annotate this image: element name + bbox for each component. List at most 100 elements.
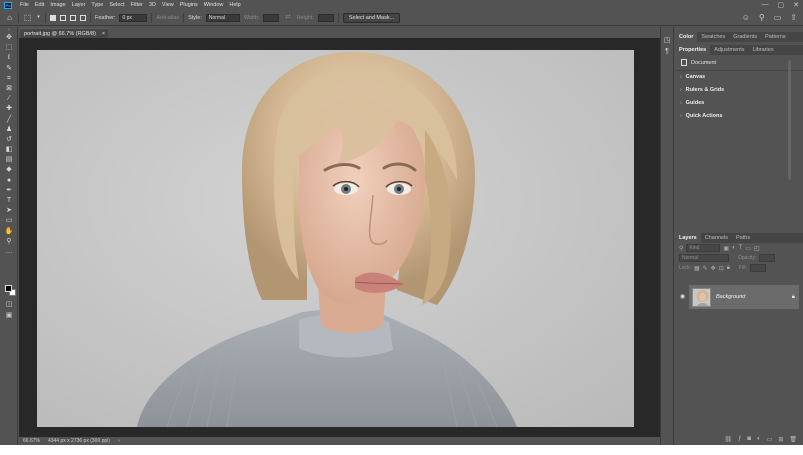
- lock-icon[interactable]: 🔒︎: [792, 294, 795, 301]
- smart-object-filter-icon[interactable]: ◰: [754, 245, 760, 252]
- tab-libraries[interactable]: Libraries: [748, 45, 777, 55]
- history-brush-tool-icon[interactable]: ↺: [0, 135, 18, 145]
- lock-position-icon[interactable]: ✥: [711, 265, 716, 272]
- section-canvas[interactable]: › Canvas: [675, 71, 803, 84]
- dodge-tool-icon[interactable]: ●: [0, 176, 18, 186]
- lock-transparent-icon[interactable]: ▦: [694, 265, 700, 272]
- opacity-input[interactable]: [759, 254, 776, 262]
- brush-settings-icon[interactable]: ¶: [661, 46, 673, 57]
- zoom-tool-icon[interactable]: ⚲: [0, 237, 18, 247]
- quick-mask-icon[interactable]: ◫: [4, 300, 14, 308]
- blur-tool-icon[interactable]: ◆: [0, 165, 18, 175]
- add-mask-icon[interactable]: ◙: [747, 436, 751, 445]
- blend-mode-select[interactable]: Normal: [679, 254, 729, 262]
- fx-icon[interactable]: ƒ: [738, 436, 741, 445]
- new-selection-icon[interactable]: [50, 14, 56, 21]
- adjustment-filter-icon[interactable]: ◐: [732, 245, 736, 251]
- add-selection-icon[interactable]: [60, 14, 66, 21]
- lock-image-icon[interactable]: ✎: [703, 265, 708, 272]
- tab-patterns[interactable]: Patterns: [761, 32, 789, 42]
- history-panel-icon[interactable]: ◳: [661, 35, 673, 46]
- status-menu-icon[interactable]: ›: [118, 438, 120, 444]
- link-layers-icon[interactable]: ⛓: [724, 436, 732, 445]
- lock-artboard-icon[interactable]: ⊡: [719, 265, 724, 272]
- tab-adjustments[interactable]: Adjustments: [710, 45, 748, 55]
- layer-name[interactable]: Background: [716, 294, 745, 300]
- menu-edit[interactable]: Edit: [32, 2, 47, 8]
- tab-gradients[interactable]: Gradients: [729, 32, 761, 42]
- brush-tool-icon[interactable]: ╱: [0, 115, 18, 125]
- quick-select-tool-icon[interactable]: ✎: [0, 64, 18, 74]
- portrait-photo[interactable]: [37, 50, 634, 427]
- select-and-mask-button[interactable]: Select and Mask...: [342, 12, 401, 23]
- menu-image[interactable]: Image: [47, 2, 68, 8]
- intersect-selection-icon[interactable]: [80, 14, 86, 21]
- workspace-icon[interactable]: ▭: [774, 13, 782, 22]
- pen-tool-icon[interactable]: ✒: [0, 186, 18, 196]
- width-input[interactable]: [263, 13, 280, 22]
- fill-input[interactable]: [749, 264, 766, 272]
- kind-filter-select[interactable]: Kind: [686, 244, 721, 252]
- style-select[interactable]: Normal: [205, 13, 240, 22]
- section-quick-actions[interactable]: › Quick Actions: [675, 109, 803, 122]
- antialias-checkbox[interactable]: Anti-alias: [156, 15, 179, 21]
- document-tab-close-icon[interactable]: ×: [102, 31, 105, 37]
- search-icon[interactable]: ⚲: [759, 13, 765, 22]
- learn-icon[interactable]: ☺: [742, 13, 750, 22]
- maximize-button[interactable]: ▢: [778, 1, 785, 9]
- frame-tool-icon[interactable]: ⊠: [0, 84, 18, 94]
- close-button[interactable]: ✕: [793, 1, 799, 9]
- height-input[interactable]: [317, 13, 334, 22]
- path-selection-tool-icon[interactable]: ➤: [0, 206, 18, 216]
- hand-tool-icon[interactable]: ✋: [0, 227, 18, 237]
- eyedropper-tool-icon[interactable]: ⁄: [0, 94, 18, 104]
- layer-row[interactable]: Background 🔒︎: [689, 285, 799, 309]
- subtract-selection-icon[interactable]: [70, 14, 76, 21]
- type-filter-icon[interactable]: T: [739, 245, 743, 251]
- crop-tool-icon[interactable]: ⌗: [0, 74, 18, 84]
- zoom-level[interactable]: 66.67%: [23, 438, 40, 444]
- menu-help[interactable]: Help: [226, 2, 243, 8]
- screen-mode-icon[interactable]: ▣: [4, 311, 14, 319]
- new-group-icon[interactable]: ▭: [767, 436, 773, 445]
- lasso-tool-icon[interactable]: ℓ: [0, 53, 18, 63]
- tab-layers[interactable]: Layers: [675, 233, 701, 243]
- tab-properties[interactable]: Properties: [675, 45, 711, 55]
- pixel-filter-icon[interactable]: ▣: [723, 245, 729, 252]
- menu-3d[interactable]: 3D: [146, 2, 159, 8]
- more-tools-icon[interactable]: …: [0, 247, 18, 257]
- foreground-color-swatch[interactable]: [5, 285, 12, 292]
- tab-swatches[interactable]: Swatches: [697, 32, 729, 42]
- menu-select[interactable]: Select: [106, 2, 127, 8]
- menu-file[interactable]: File: [17, 2, 32, 8]
- gradient-tool-icon[interactable]: ▤: [0, 155, 18, 165]
- tab-channels[interactable]: Channels: [701, 233, 732, 243]
- healing-brush-tool-icon[interactable]: ✚: [0, 104, 18, 114]
- minimize-button[interactable]: —: [762, 1, 769, 9]
- marquee-tool-icon[interactable]: ⬚: [0, 43, 18, 53]
- menu-type[interactable]: Type: [88, 2, 106, 8]
- marquee-preset-icon[interactable]: ⬚: [23, 13, 32, 22]
- rectangle-tool-icon[interactable]: ▭: [0, 216, 18, 226]
- menu-plugins[interactable]: Plugins: [177, 2, 201, 8]
- new-layer-icon[interactable]: ⊞: [778, 436, 783, 445]
- move-tool-icon[interactable]: ✥: [0, 33, 18, 43]
- menu-view[interactable]: View: [159, 2, 177, 8]
- share-icon[interactable]: ⇪: [790, 13, 797, 22]
- menu-filter[interactable]: Filter: [128, 2, 146, 8]
- type-tool-icon[interactable]: T: [0, 196, 18, 206]
- properties-scrollbar[interactable]: [788, 60, 791, 180]
- chevron-down-icon[interactable]: ▾: [36, 13, 41, 22]
- clone-stamp-tool-icon[interactable]: ♟: [0, 125, 18, 135]
- swap-icon[interactable]: ⇄: [283, 13, 292, 22]
- delete-layer-icon[interactable]: 🗑︎: [789, 436, 797, 445]
- menu-layer[interactable]: Layer: [69, 2, 89, 8]
- visibility-eye-icon[interactable]: ◉: [680, 293, 685, 300]
- lock-all-icon[interactable]: 🔒︎: [727, 265, 730, 272]
- tab-color[interactable]: Color: [675, 32, 698, 42]
- section-guides[interactable]: › Guides: [675, 97, 803, 110]
- feather-input[interactable]: 0 px: [119, 13, 148, 22]
- eraser-tool-icon[interactable]: ◧: [0, 145, 18, 155]
- tab-paths[interactable]: Paths: [732, 233, 754, 243]
- menu-window[interactable]: Window: [201, 2, 227, 8]
